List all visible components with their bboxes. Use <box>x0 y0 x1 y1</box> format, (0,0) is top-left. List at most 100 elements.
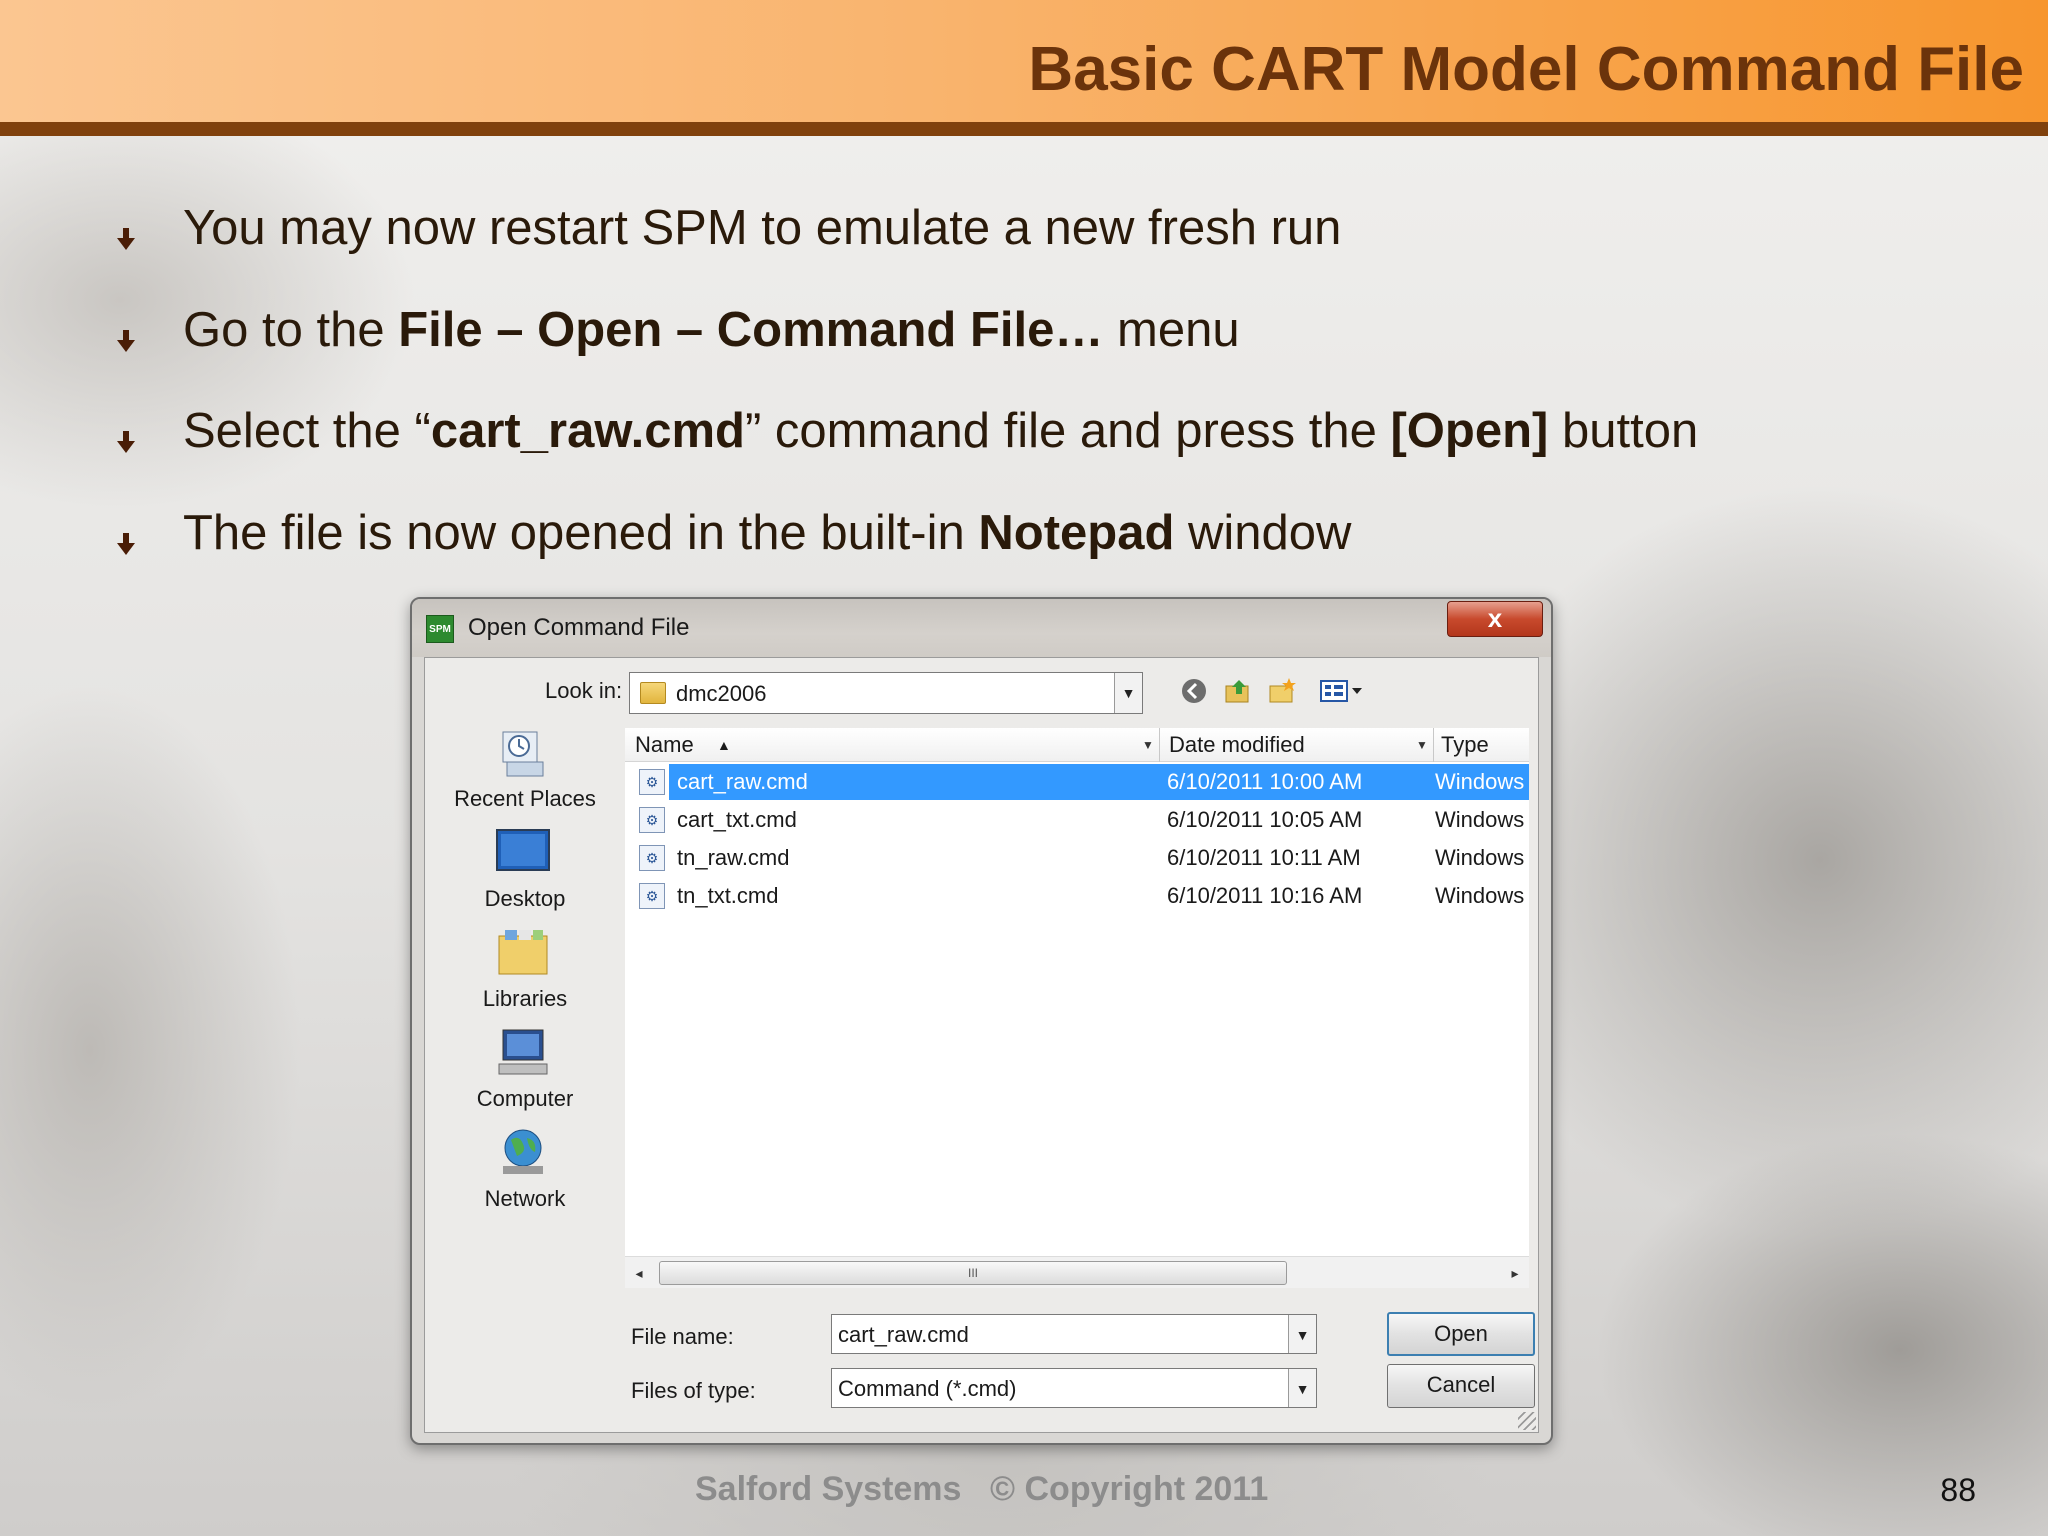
chevron-down-icon[interactable]: ▼ <box>1114 673 1142 713</box>
scroll-left-icon[interactable]: ◂ <box>625 1257 653 1289</box>
file-date-cell: 6/10/2011 10:00 AM <box>1167 769 1363 794</box>
place-label: Network <box>484 1186 566 1211</box>
dialog-title: Open Command File <box>468 614 690 641</box>
bullet-run: menu <box>1103 303 1240 357</box>
bullet-arrow-icon <box>117 330 135 352</box>
bullet-run: You may now restart SPM to emulate a new… <box>183 201 1342 255</box>
place-libraries[interactable]: Libraries <box>435 926 615 1026</box>
file-row[interactable]: ⚙ cart_txt.cmd 6/10/2011 10:05 AM Window… <box>625 802 1529 838</box>
new-folder-icon[interactable] <box>1265 674 1299 708</box>
bullet-run: Select the “ <box>183 404 431 458</box>
slide-title: Basic CART Model Command File <box>1028 35 2024 104</box>
open-command-file-dialog: SPM Open Command File x Look in: dmc2006… <box>410 597 1553 1445</box>
command-file-icon: ⚙ <box>639 807 665 833</box>
file-type-value: Command (*.cmd) <box>838 1376 1017 1401</box>
folder-icon <box>640 682 666 704</box>
bullet-item: The file is now opened in the built-in N… <box>0 501 2048 571</box>
header-rule <box>0 122 2048 136</box>
place-label: Libraries <box>482 986 568 1011</box>
file-list: Name ▲ ▼ Date modified ▼ Type ⚙ cart_raw… <box>625 728 1529 1288</box>
up-folder-icon[interactable] <box>1221 674 1255 708</box>
file-date-cell: 6/10/2011 10:11 AM <box>1167 845 1361 870</box>
column-separator[interactable] <box>1159 728 1160 762</box>
dialog-titlebar[interactable]: SPM Open Command File x <box>412 599 1551 657</box>
file-type-cell: Windows <box>1435 883 1525 908</box>
file-name-cell: cart_raw.cmd <box>677 769 808 794</box>
bullet-item: Select the “cart_raw.cmd” command file a… <box>0 399 2048 469</box>
place-label: Desktop <box>484 886 566 911</box>
file-type-dropdown[interactable]: Command (*.cmd) ▼ <box>831 1368 1317 1408</box>
column-date-header[interactable]: Date modified <box>1169 732 1305 758</box>
column-header: Name ▲ ▼ Date modified ▼ Type <box>625 728 1529 762</box>
column-separator[interactable] <box>1433 728 1434 762</box>
file-type-cell: Windows <box>1435 845 1525 870</box>
file-type-label: Files of type: <box>631 1378 756 1403</box>
sort-ascending-icon: ▲ <box>717 737 731 753</box>
file-name-value: cart_raw.cmd <box>838 1322 969 1347</box>
bullet-run: ” command file and press the <box>744 404 1391 458</box>
file-type-cell: Windows <box>1435 807 1525 832</box>
file-name-cell: tn_txt.cmd <box>677 883 779 908</box>
desktop-icon <box>496 829 550 871</box>
bullet-run: button <box>1548 404 1699 458</box>
place-recent-places[interactable]: Recent Places <box>435 726 615 826</box>
spm-app-icon: SPM <box>426 615 454 643</box>
chevron-down-icon[interactable]: ▼ <box>1137 728 1159 762</box>
place-label: Computer <box>476 1086 574 1111</box>
computer-icon <box>498 1029 548 1075</box>
place-network[interactable]: Network <box>435 1126 615 1226</box>
bullet-run: Go to the <box>183 303 399 357</box>
place-desktop[interactable]: Desktop <box>435 826 615 926</box>
footer-company: Salford Systems <box>695 1470 962 1508</box>
chevron-down-icon[interactable]: ▼ <box>1288 1369 1316 1407</box>
command-file-icon: ⚙ <box>639 769 665 795</box>
back-icon[interactable] <box>1177 674 1211 708</box>
chevron-down-icon[interactable]: ▼ <box>1411 728 1433 762</box>
bullet-emphasis: File – Open – Command File… <box>398 303 1104 357</box>
dialog-body: Look in: dmc2006 ▼ Recent Places Desktop… <box>424 657 1539 1433</box>
file-row[interactable]: ⚙ tn_raw.cmd 6/10/2011 10:11 AM Windows <box>625 840 1529 876</box>
open-button[interactable]: Open <box>1387 1312 1535 1356</box>
bullet-item: You may now restart SPM to emulate a new… <box>0 196 2048 266</box>
resize-grip-icon[interactable] <box>1518 1412 1536 1430</box>
libraries-icon <box>498 930 548 975</box>
slide-footer: Salford Systems © Copyright 2011 88 <box>0 1470 2048 1510</box>
scroll-right-icon[interactable]: ▸ <box>1501 1257 1529 1289</box>
file-name-input[interactable]: cart_raw.cmd ▼ <box>831 1314 1317 1354</box>
place-label: Recent Places <box>454 786 596 811</box>
bullet-text: Go to the File – Open – Command File… me… <box>183 302 1240 358</box>
command-file-icon: ⚙ <box>639 845 665 871</box>
recent-places-icon <box>502 731 544 777</box>
chevron-down-icon[interactable]: ▼ <box>1288 1315 1316 1353</box>
file-name-cell: tn_raw.cmd <box>677 845 790 870</box>
bullet-run: window <box>1174 506 1352 560</box>
bullet-arrow-icon <box>117 533 135 555</box>
command-file-icon: ⚙ <box>639 883 665 909</box>
bullet-item: Go to the File – Open – Command File… me… <box>0 298 2048 368</box>
column-type-header[interactable]: Type <box>1441 732 1489 758</box>
footer-copyright: © Copyright 2011 <box>990 1470 1269 1508</box>
views-menu-icon[interactable] <box>1317 674 1367 708</box>
cancel-button[interactable]: Cancel <box>1387 1364 1535 1408</box>
bullet-arrow-icon <box>117 431 135 453</box>
bullet-emphasis: [Open] <box>1390 404 1549 458</box>
file-date-cell: 6/10/2011 10:05 AM <box>1167 807 1363 832</box>
file-date-cell: 6/10/2011 10:16 AM <box>1167 883 1363 908</box>
close-button[interactable]: x <box>1447 601 1543 637</box>
horizontal-scrollbar[interactable]: ◂ III ▸ <box>625 1256 1529 1288</box>
bullet-emphasis: Notepad <box>978 506 1175 560</box>
look-in-value: dmc2006 <box>676 681 767 706</box>
column-name-header[interactable]: Name <box>635 732 694 758</box>
bullet-text: The file is now opened in the built-in N… <box>183 505 1351 561</box>
file-type-cell: Windows <box>1435 769 1525 794</box>
page-number: 88 <box>1940 1472 1976 1508</box>
bullet-text: You may now restart SPM to emulate a new… <box>183 200 1341 256</box>
file-row[interactable]: ⚙ tn_txt.cmd 6/10/2011 10:16 AM Windows <box>625 878 1529 914</box>
file-row[interactable]: ⚙ cart_raw.cmd 6/10/2011 10:00 AM Window… <box>625 764 1529 800</box>
scrollbar-thumb[interactable]: III <box>659 1261 1287 1285</box>
look-in-dropdown[interactable]: dmc2006 ▼ <box>629 672 1143 714</box>
look-in-label: Look in: <box>545 678 623 703</box>
network-icon <box>503 1129 543 1174</box>
bullet-run: The file is now opened in the built-in <box>183 506 979 560</box>
place-computer[interactable]: Computer <box>435 1026 615 1126</box>
